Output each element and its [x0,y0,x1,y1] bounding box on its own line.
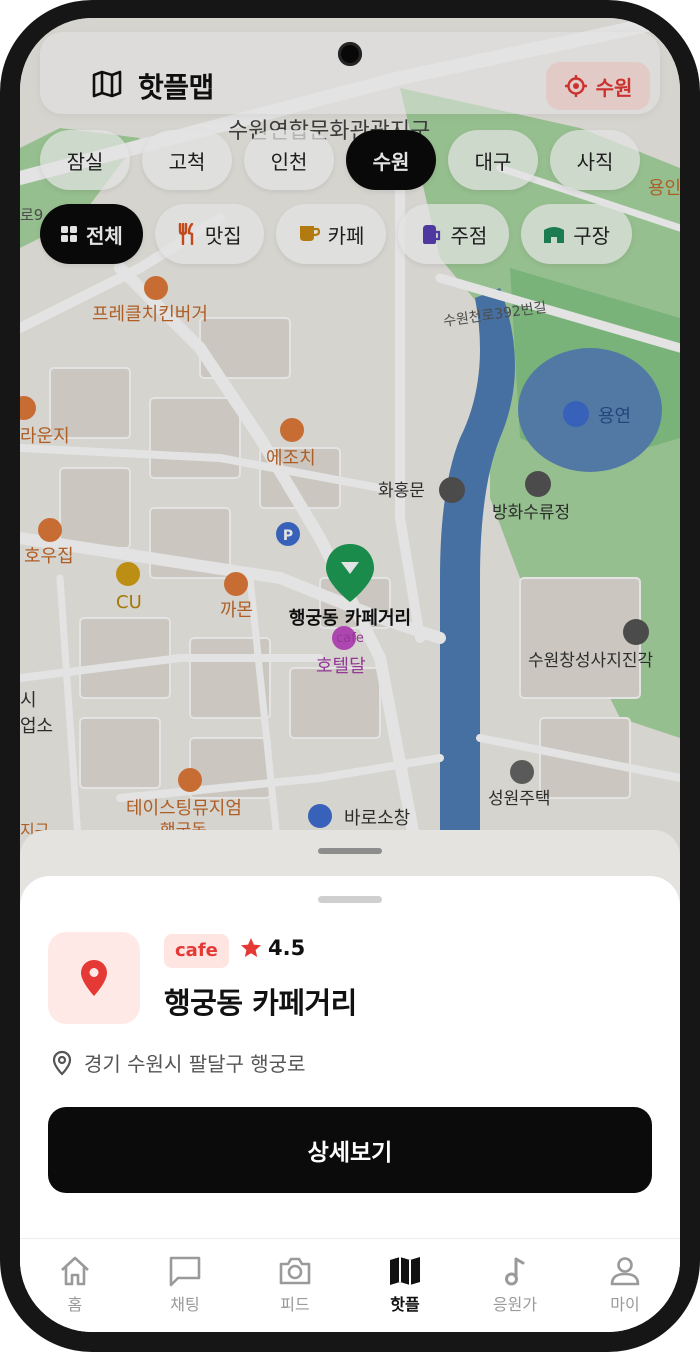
location-pin-icon [81,960,107,996]
nav-label: 채팅 [170,1295,200,1314]
address-text: 경기 수원시 팔달구 행궁로 [84,1052,306,1076]
place-address: 경기 수원시 팔달구 행궁로 [52,1048,305,1077]
rating: 4.5 [240,936,305,960]
screen: P 수원연합문화관광지구 프레클치킨버거 라운지 에조치 화홍문 방화수류정 용… [20,18,680,1332]
place-thumbnail [48,932,140,1024]
category-badge: cafe [164,934,229,968]
nav-item-home[interactable]: 홈 [20,1239,130,1332]
background-sheet-handle [318,848,382,854]
location-outline-icon [52,1050,72,1076]
phone-frame: P 수원연합문화관광지구 프레클치킨버거 라운지 에조치 화홍문 방화수류정 용… [0,0,700,1352]
nav-label: 응원가 [492,1295,538,1314]
nav-item-chat[interactable]: 채팅 [130,1239,240,1332]
nav-item-my[interactable]: 마이 [570,1239,680,1332]
nav-item-hotplace[interactable]: 핫플 [350,1239,460,1332]
place-name: 행궁동 카페거리 [164,986,357,1020]
music-note-icon [505,1257,525,1286]
nav-label: 피드 [280,1295,310,1314]
nav-item-cheer-song[interactable]: 응원가 [460,1239,570,1332]
camera-icon [279,1257,311,1285]
bottom-nav: 홈 채팅 피드 핫플 응원가 마이 [20,1238,680,1332]
map-icon [390,1257,420,1285]
nav-label: 핫플 [390,1295,420,1314]
home-icon [61,1256,89,1286]
nav-label: 마이 [610,1295,640,1314]
sheet-drag-handle[interactable] [318,896,382,903]
nav-label: 홈 [67,1295,83,1314]
user-icon [610,1257,640,1286]
chat-icon [169,1256,201,1287]
nav-item-feed[interactable]: 피드 [240,1239,350,1332]
star-icon [241,938,261,957]
detail-view-button[interactable]: 상세보기 [48,1107,652,1193]
rating-value: 4.5 [268,936,306,960]
